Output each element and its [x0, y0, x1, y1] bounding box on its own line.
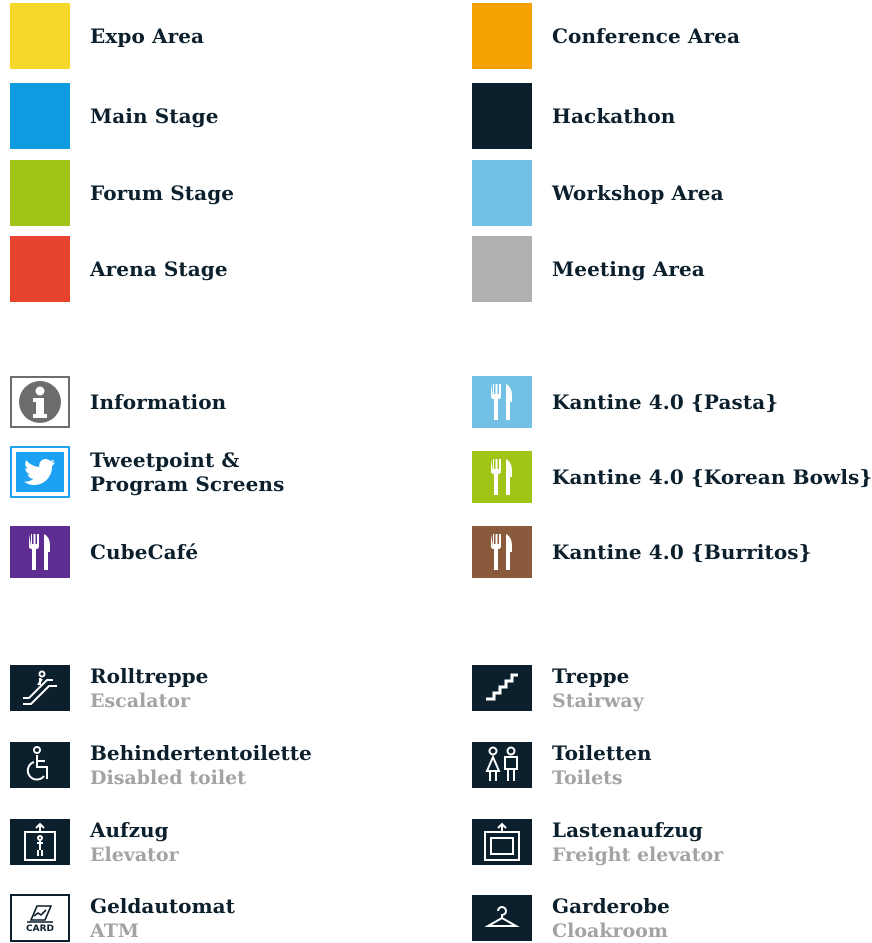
hackathon-swatch [472, 83, 532, 149]
twitter-bird-icon [10, 446, 70, 498]
arena-stage-swatch [10, 236, 70, 302]
atm-card-text: CARD [26, 924, 54, 934]
facility-name-de: Lastenaufzug [552, 818, 703, 842]
facility-name-de: Rolltreppe [90, 664, 209, 688]
legend-label: Workshop Area [552, 181, 724, 205]
atm-card-icon: CARD [10, 894, 70, 942]
fork-knife-icon [472, 451, 532, 503]
main-stage-swatch [10, 83, 70, 149]
forum-stage-swatch [10, 160, 70, 226]
legend-item-conference-area: Conference Area [472, 3, 740, 69]
legend-label: Meeting Area [552, 257, 705, 281]
facility-name-de: Garderobe [552, 894, 670, 918]
legend-item-meeting-area: Meeting Area [472, 236, 705, 302]
legend-item-workshop-area: Workshop Area [472, 160, 724, 226]
legend-item-toilets: Toiletten Toilets [472, 740, 652, 790]
facility-name-de: Geldautomat [90, 894, 235, 918]
meeting-area-swatch [472, 236, 532, 302]
legend-item-atm: CARD Geldautomat ATM [10, 893, 235, 943]
legend-label: Hackathon [552, 104, 676, 128]
legend-label: Information [90, 390, 227, 414]
fork-knife-icon [472, 526, 532, 578]
legend-item-arena-stage: Arena Stage [10, 236, 228, 302]
info-icon [10, 376, 70, 428]
facility-name-de: Behindertentoilette [90, 741, 312, 765]
legend-item-tweetpoint: Tweetpoint & Program Screens [10, 446, 284, 498]
wheelchair-icon [10, 742, 70, 788]
legend-item-forum-stage: Forum Stage [10, 160, 234, 226]
legend-label: Main Stage [90, 104, 219, 128]
facility-name-de: Treppe [552, 664, 630, 688]
facility-name-en: Elevator [90, 844, 179, 866]
legend-item-main-stage: Main Stage [10, 83, 219, 149]
legend-label: Kantine 4.0 {Korean Bowls} [552, 465, 872, 489]
legend-item-escalator: Rolltreppe Escalator [10, 663, 208, 713]
escalator-icon [10, 665, 70, 711]
legend-item-freight-elevator: Lastenaufzug Freight elevator [472, 817, 723, 867]
legend-item-kantine-burritos: Kantine 4.0 {Burritos} [472, 526, 812, 578]
legend-item-disabled-toilet: Behindertentoilette Disabled toilet [10, 740, 312, 790]
legend-item-information: Information [10, 376, 226, 428]
legend-item-elevator: Aufzug Elevator [10, 817, 179, 867]
legend-item-hackathon: Hackathon [472, 83, 675, 149]
workshop-area-swatch [472, 160, 532, 226]
legend-item-expo-area: Expo Area [10, 3, 204, 69]
facility-name-en: Cloakroom [552, 920, 668, 942]
hanger-icon [472, 895, 532, 941]
legend-item-kantine-korean-bowls: Kantine 4.0 {Korean Bowls} [472, 451, 872, 503]
freight-elevator-icon [472, 819, 532, 865]
facility-name-en: Stairway [552, 690, 644, 712]
facility-name-en: ATM [90, 920, 139, 942]
legend-label: Kantine 4.0 {Burritos} [552, 540, 812, 564]
tweetpoint-label-line1: Tweetpoint & [90, 448, 240, 472]
legend-label: Conference Area [552, 24, 741, 48]
legend-item-cubecafe: CubeCafé [10, 526, 198, 578]
facility-name-en: Escalator [90, 690, 191, 712]
facility-name-en: Disabled toilet [90, 767, 246, 789]
tweetpoint-label-line2: Program Screens [90, 472, 285, 496]
facility-name-de: Aufzug [90, 818, 169, 842]
stairs-icon [472, 665, 532, 711]
legend-label: Forum Stage [90, 181, 235, 205]
legend-label: Arena Stage [90, 257, 228, 281]
legend-item-kantine-pasta: Kantine 4.0 {Pasta} [472, 376, 778, 428]
facility-name-de: Toiletten [552, 741, 652, 765]
fork-knife-icon [10, 526, 70, 578]
legend-item-cloakroom: Garderobe Cloakroom [472, 893, 670, 943]
facility-name-en: Toilets [552, 767, 623, 789]
legend-label: Expo Area [90, 24, 205, 48]
legend-label: Kantine 4.0 {Pasta} [552, 390, 779, 414]
legend-item-stairway: Treppe Stairway [472, 663, 644, 713]
conference-area-swatch [472, 3, 532, 69]
facility-name-en: Freight elevator [552, 844, 724, 866]
legend-label: Tweetpoint & Program Screens [90, 448, 284, 496]
expo-area-swatch [10, 3, 70, 69]
fork-knife-icon [472, 376, 532, 428]
elevator-icon [10, 819, 70, 865]
legend-label: CubeCafé [90, 540, 199, 564]
toilets-icon [472, 742, 532, 788]
